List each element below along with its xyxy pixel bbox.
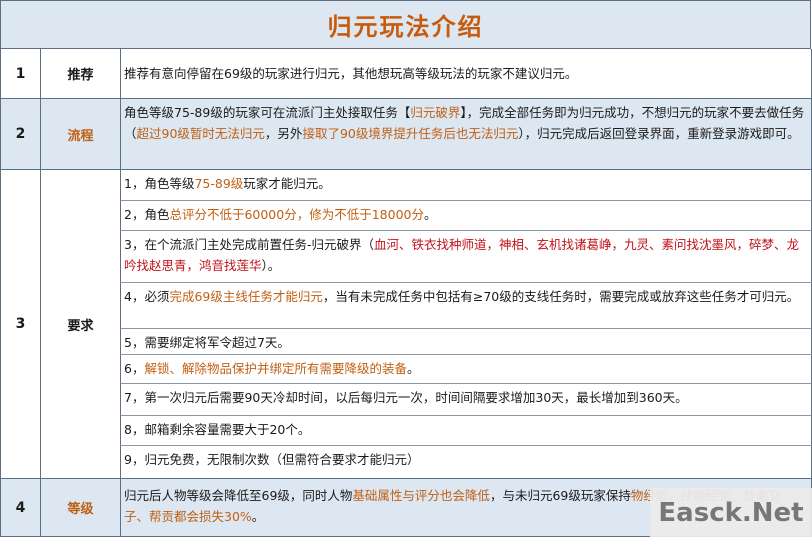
- req-text: 8，邮箱剩余容量需要大于20个。: [124, 422, 311, 437]
- req-text: 9，归元免费，无限制次数（但需符合要求才能归元）: [124, 452, 420, 467]
- row-number: 3: [0, 170, 40, 479]
- guiyuan-guide-table: 归元玩法介绍 1 推荐 推荐有意向停留在69级的玩家进行归元，其他想玩高等级玩法…: [0, 0, 812, 537]
- req-highlight: 解锁、解除物品保护并绑定所有需要降级的装备: [144, 361, 407, 376]
- requirement-item-5: 5，需要绑定将军令超过7天。: [120, 329, 812, 355]
- req-highlight: 75-89级: [194, 176, 244, 191]
- row-content: 角色等级75-89级的玩家可在流派门主处接取任务【归元破界】，完成全部任务即为归…: [120, 99, 812, 170]
- recommend-text: 推荐有意向停留在69级的玩家进行归元，其他想玩高等级玩法的玩家不建议归元。: [124, 66, 578, 81]
- row-label: 推荐: [40, 49, 120, 99]
- process-text-4: ），归元完成后返回登录界面，重新登录游戏即可。: [518, 126, 800, 141]
- process-task-name: 归元破界: [410, 105, 461, 120]
- table-row-recommend: 1 推荐 推荐有意向停留在69级的玩家进行归元，其他想玩高等级玩法的玩家不建议归…: [0, 49, 812, 99]
- requirement-item-9: 9，归元免费，无限制次数（但需符合要求才能归元）: [120, 446, 812, 479]
- watermark: Easck.Net: [650, 488, 812, 537]
- requirement-item-3: 3，在个流派门主处完成前置任务-归元破界（血河、铁衣找种师道，神相、玄机找诸葛峥…: [120, 231, 812, 283]
- req-text: 3，在个流派门主处完成前置任务-归元破界（: [124, 237, 374, 252]
- row-label: 等级: [40, 479, 120, 537]
- req-text: 5，需要绑定将军令超过7天。: [124, 335, 290, 350]
- requirement-item-7: 7，第一次归元后需要90天冷却时间，以后每归元一次，时间间隔要求增加30天，最长…: [120, 384, 812, 416]
- requirement-item-4: 4，必须完成69级主线任务才能归元，当有未完成任务中包括有≥70级的支线任务时，…: [120, 283, 812, 329]
- process-text-1: 角色等级75-89级的玩家可在流派门主处接取任务【: [124, 105, 411, 120]
- req-text: ，当有未完成任务中包括有≥70级的支线任务时，需要完成或放弃这些任务才可归元。: [322, 289, 800, 304]
- requirement-item-8: 8，邮箱剩余容量需要大于20个。: [120, 416, 812, 446]
- level-text-1: 归元后人物等级会降低至69级，同时人物: [124, 488, 353, 503]
- row-number: 4: [0, 479, 40, 537]
- table-row-process: 2 流程 角色等级75-89级的玩家可在流派门主处接取任务【归元破界】，完成全部…: [0, 99, 812, 170]
- req-text: 。: [423, 207, 437, 222]
- level-text-2: ，与未归元69级玩家保持: [489, 488, 631, 503]
- req-text: 。: [406, 361, 420, 376]
- req-text: 1，角色等级: [124, 176, 195, 191]
- row-label: 要求: [40, 170, 120, 479]
- requirement-item-1: 1，角色等级75-89级玩家才能归元。: [120, 170, 812, 201]
- process-note-1: 超过90级暂时无法归元: [136, 126, 265, 141]
- req-text: 玩家才能归元。: [243, 176, 331, 191]
- req-text: 7，第一次归元后需要90天冷却时间，以后每归元一次，时间间隔要求增加30天，最长…: [124, 390, 688, 405]
- process-text-3: ，另外: [264, 126, 303, 141]
- level-text-3: 。: [251, 509, 265, 524]
- req-text: 6，: [124, 361, 145, 376]
- requirement-item-2: 2，角色总评分不低于60000分，修为不低于18000分。: [120, 201, 812, 231]
- req-text: 4，必须: [124, 289, 170, 304]
- row-number: 1: [0, 49, 40, 99]
- table-title-row: 归元玩法介绍: [0, 0, 811, 49]
- row-content: 推荐有意向停留在69级的玩家进行归元，其他想玩高等级玩法的玩家不建议归元。: [120, 49, 812, 99]
- process-note-2: 接取了90级境界提升任务后也无法归元: [302, 126, 519, 141]
- requirement-item-6: 6，解锁、解除物品保护并绑定所有需要降级的装备。: [120, 355, 812, 384]
- req-highlight: 总评分不低于60000分，修为不低于18000分: [169, 207, 424, 222]
- row-number: 2: [0, 99, 40, 170]
- row-label: 流程: [40, 99, 120, 170]
- page-title: 归元玩法介绍: [327, 13, 484, 41]
- level-highlight-1: 基础属性与评分也会降低: [352, 488, 490, 503]
- req-highlight: 完成69级主线任务才能归元: [169, 289, 323, 304]
- req-text: 2，角色: [124, 207, 170, 222]
- req-text: ）。: [261, 258, 281, 273]
